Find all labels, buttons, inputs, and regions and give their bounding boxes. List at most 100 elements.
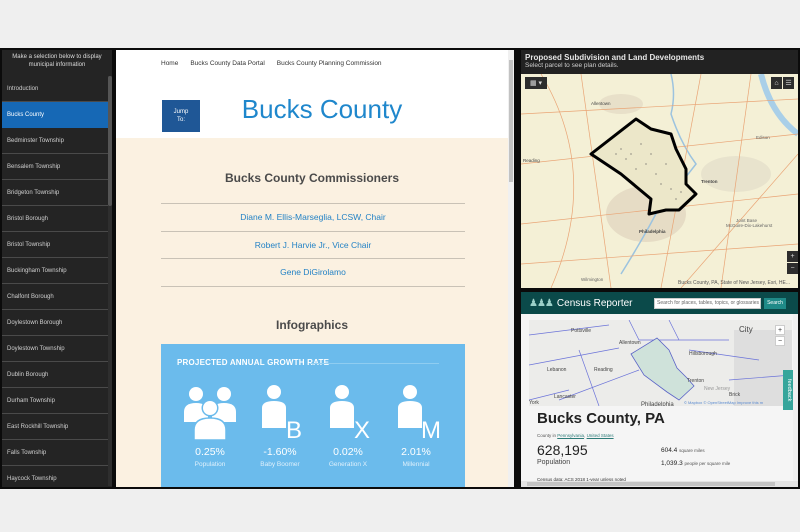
basemap-toggle-button[interactable]: ▦ ▾ bbox=[525, 77, 547, 89]
svg-text:Hillsborough: Hillsborough bbox=[689, 351, 717, 357]
baby-boomer-icon: B bbox=[262, 385, 302, 440]
census-zoom-out-button[interactable]: − bbox=[775, 336, 785, 346]
sidebar-item[interactable]: Buckingham Township bbox=[2, 258, 109, 284]
commissioner-link[interactable]: Gene DiGirolamo bbox=[161, 259, 465, 287]
map-label-philadelphia: Philadelphia bbox=[639, 229, 666, 234]
census-search-input[interactable]: Search for places, tables, topics, or gl… bbox=[654, 298, 761, 309]
country-link[interactable]: United States bbox=[587, 433, 614, 438]
census-search-button[interactable]: Search bbox=[764, 298, 786, 309]
sidebar-scroll-thumb[interactable] bbox=[108, 76, 112, 206]
place-parent-prefix: County in bbox=[537, 433, 558, 438]
nav-data-portal-link[interactable]: Bucks County Data Portal bbox=[190, 60, 264, 67]
sidebar-item[interactable]: Doylestown Borough bbox=[2, 310, 109, 336]
census-horizontal-scrollbar[interactable] bbox=[521, 481, 798, 487]
area-unit: square miles bbox=[679, 448, 705, 453]
sidebar-item[interactable]: Falls Township bbox=[2, 440, 109, 466]
home-button[interactable]: ⌂ bbox=[771, 77, 782, 89]
generation-x-icon: X bbox=[330, 385, 370, 440]
map-label-trenton: Trenton bbox=[701, 179, 718, 184]
census-vertical-scrollbar[interactable] bbox=[793, 314, 798, 481]
map-label-jbmdl-2: McGuire-Dix-Lakehurst bbox=[726, 223, 773, 228]
sidebar-item[interactable]: Chalfont Borough bbox=[2, 284, 109, 310]
svg-text:New Jersey: New Jersey bbox=[704, 386, 731, 392]
stat-label: Generation X bbox=[328, 461, 368, 468]
svg-text:Lebanon: Lebanon bbox=[547, 367, 567, 373]
sidebar-item[interactable]: Dublin Borough bbox=[2, 362, 109, 388]
content-scroll-thumb[interactable] bbox=[509, 60, 513, 182]
sidebar-item[interactable]: Introduction bbox=[2, 76, 109, 102]
map-label-reading: Reading bbox=[523, 158, 540, 163]
content-scrollbar[interactable] bbox=[508, 50, 514, 487]
sidebar-item[interactable]: Bridgeton Township bbox=[2, 180, 109, 206]
heading-divider bbox=[311, 363, 439, 364]
density-stat: 1,039.3 people per square mile bbox=[661, 460, 730, 467]
svg-text:Brick: Brick bbox=[729, 392, 741, 398]
nav-planning-commission-link[interactable]: Bucks County Planning Commission bbox=[277, 60, 382, 67]
census-zoom-in-button[interactable]: + bbox=[775, 325, 785, 335]
stat-label: Millennial bbox=[402, 461, 430, 468]
svg-text:M: M bbox=[421, 417, 441, 440]
map-attribution: Bucks County, PA, State of New Jersey, E… bbox=[678, 280, 790, 286]
stat-label: Population bbox=[194, 461, 226, 468]
commissioner-link[interactable]: Robert J. Harvie Jr., Vice Chair bbox=[161, 232, 465, 259]
land-development-map-panel: Proposed Subdivision and Land Developmen… bbox=[521, 50, 798, 288]
sidebar-item[interactable]: Bristol Township bbox=[2, 232, 109, 258]
stat-value: -1.60% bbox=[263, 446, 297, 458]
svg-text:Trenton: Trenton bbox=[687, 378, 704, 384]
census-map[interactable]: Pottsville Allentown City Hillsborough Leb… bbox=[529, 320, 792, 406]
legend-button[interactable]: ☰ bbox=[783, 77, 794, 89]
stat-value: 0.25% bbox=[195, 446, 225, 458]
commissioners-heading: Bucks County Commissioners bbox=[224, 171, 400, 185]
census-reporter-panel: ♟♟♟ Census Reporter Search for places, t… bbox=[521, 292, 798, 487]
jump-label-2: To: bbox=[176, 117, 185, 123]
nav-home-link[interactable]: Home bbox=[161, 60, 178, 67]
place-name: Bucks County, PA bbox=[537, 410, 665, 427]
sidebar-item[interactable]: East Rockhill Township bbox=[2, 414, 109, 440]
sidebar-item[interactable]: Haycock Township bbox=[2, 466, 109, 487]
sidebar-item[interactable]: Bucks County bbox=[2, 102, 109, 128]
density-value: 1,039.3 bbox=[661, 460, 683, 467]
map-label-allentown: Allentown bbox=[591, 101, 611, 106]
svg-text:B: B bbox=[286, 417, 302, 440]
state-link[interactable]: Pennsylvania bbox=[557, 433, 584, 438]
growth-rate-infographic: PROJECTED ANNUAL GROWTH RATE 0.25% Popul… bbox=[161, 344, 465, 487]
sidebar-header: Make a selection below to display munici… bbox=[12, 54, 102, 68]
sidebar-item[interactable]: Durham Township bbox=[2, 388, 109, 414]
commissioners-list: Diane M. Ellis-Marseglia, LCSW, Chair Ro… bbox=[161, 203, 465, 287]
svg-text:Pottsville: Pottsville bbox=[571, 328, 591, 334]
place-parent: County in Pennsylvania, United States bbox=[537, 433, 614, 438]
sidebar-item[interactable]: Bristol Borough bbox=[2, 206, 109, 232]
map-subtitle: Select parcel to see plan details. bbox=[525, 62, 619, 69]
census-hscroll-thumb[interactable] bbox=[527, 482, 775, 486]
population-value: 628,195 bbox=[537, 442, 588, 458]
sidebar-item[interactable]: Doylestown Township bbox=[2, 336, 109, 362]
svg-text:City: City bbox=[739, 325, 753, 334]
svg-text:© Mapbox © OpenStreetMap Impro: © Mapbox © OpenStreetMap Improve this m bbox=[684, 400, 764, 405]
svg-text:Philadelphia: Philadelphia bbox=[641, 402, 674, 406]
stat-millennial: M 2.01% Millennial bbox=[381, 384, 451, 468]
stat-population: 0.25% Population bbox=[175, 384, 245, 468]
population-icon bbox=[184, 387, 236, 440]
census-basemap: Pottsville Allentown City Hillsborough Leb… bbox=[529, 320, 792, 406]
stat-value: 2.01% bbox=[401, 446, 431, 458]
map-canvas[interactable]: Allentown Reading Trenton Philadelphia J… bbox=[521, 74, 798, 288]
sidebar-scrollbar[interactable] bbox=[108, 76, 112, 486]
map-title: Proposed Subdivision and Land Developmen… bbox=[525, 53, 705, 62]
svg-text:Allentown: Allentown bbox=[619, 340, 641, 346]
area-value: 604.4 bbox=[661, 447, 678, 454]
svg-text:X: X bbox=[354, 417, 370, 440]
stat-label: Baby Boomer bbox=[260, 461, 300, 468]
municipality-sidebar: Make a selection below to display munici… bbox=[2, 50, 112, 487]
content-header: Home Bucks County Data Portal Bucks Coun… bbox=[116, 50, 508, 138]
sidebar-list: Introduction Bucks County Bedminster Towns… bbox=[2, 76, 109, 487]
sidebar-item[interactable]: Bensalem Township bbox=[2, 154, 109, 180]
jump-to-button[interactable]: Jump To: bbox=[162, 100, 200, 132]
stat-value: 0.02% bbox=[333, 446, 363, 458]
zoom-out-button[interactable]: − bbox=[787, 263, 798, 274]
census-logo-icon: ♟♟♟ bbox=[529, 297, 554, 309]
zoom-in-button[interactable]: + bbox=[787, 251, 798, 262]
density-unit: people per square mile bbox=[684, 461, 731, 466]
commissioner-link[interactable]: Diane M. Ellis-Marseglia, LCSW, Chair bbox=[161, 204, 465, 232]
svg-text:Reading: Reading bbox=[594, 367, 613, 373]
sidebar-item[interactable]: Bedminster Township bbox=[2, 128, 109, 154]
